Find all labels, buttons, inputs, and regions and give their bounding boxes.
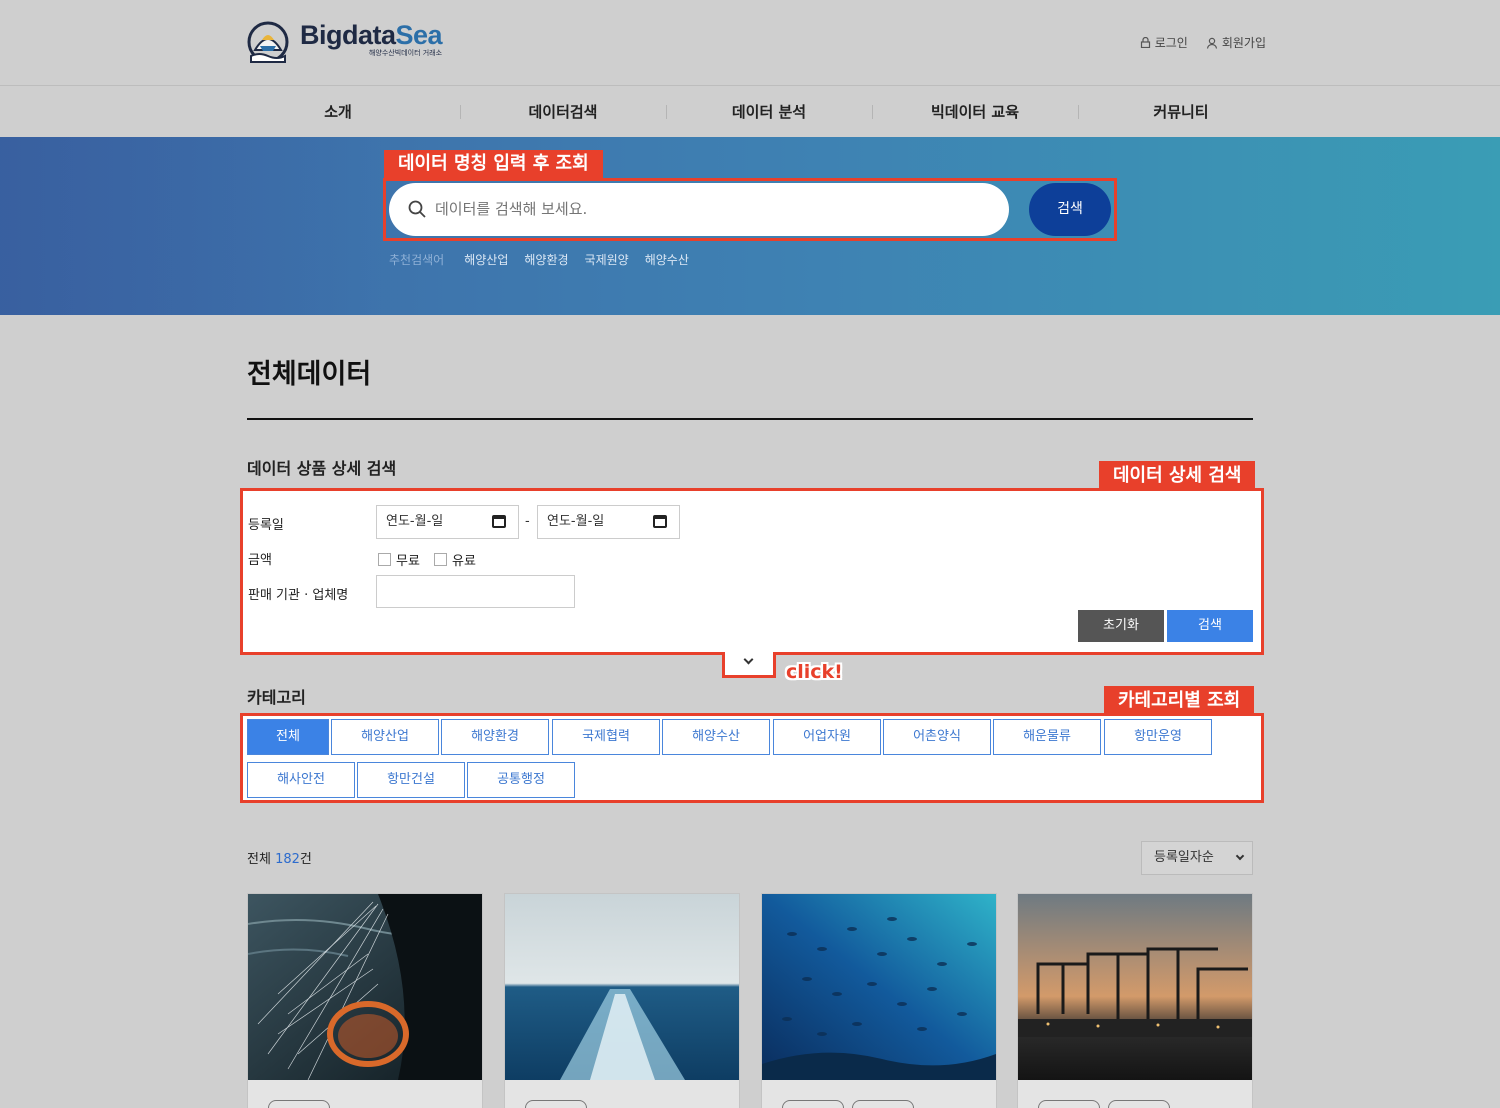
date-range-dash: - <box>525 514 530 529</box>
nav-item-bigdata-edu[interactable]: 빅데이터 교육 <box>872 87 1078 137</box>
start-date-text: 연도-월-일 <box>386 514 444 529</box>
card-tag <box>852 1100 914 1108</box>
expand-toggle-button[interactable] <box>722 652 776 678</box>
calendar-icon[interactable] <box>653 515 667 528</box>
recommended-keywords: 추천검색어 해양산업 해양환경 국제원양 해양수산 <box>389 251 689 268</box>
search-button[interactable]: 검색 <box>1029 183 1111 236</box>
annotation-tag-detail: 데이터 상세 검색 <box>1099 461 1256 490</box>
keyword-link[interactable]: 국제원양 <box>585 251 629 268</box>
nav-item-data-search[interactable]: 데이터검색 <box>460 87 666 137</box>
org-name-input[interactable] <box>376 575 575 608</box>
category-button[interactable]: 어업자원 <box>773 719 881 755</box>
nav-item-data-analysis[interactable]: 데이터 분석 <box>666 87 872 137</box>
logo-wordmark: BigdataSea <box>300 20 443 50</box>
login-link[interactable]: 로그인 <box>1140 34 1188 51</box>
org-label: 판매 기관 · 업체명 <box>248 588 349 603</box>
result-count: 전체 182건 <box>247 848 312 867</box>
header: BigdataSea 해양수산빅데이터 거래소 로그인 회원가입 <box>0 0 1500 86</box>
keyword-link[interactable]: 해양환경 <box>524 251 568 268</box>
nav-item-community[interactable]: 커뮤니티 <box>1078 87 1284 137</box>
sort-select[interactable]: 등록일자순 <box>1141 841 1253 875</box>
search-bar <box>389 183 1009 236</box>
user-icon <box>1206 37 1217 49</box>
hero-gradient <box>0 137 380 315</box>
card-image-port-cranes <box>1018 894 1252 1080</box>
paid-label: 유료 <box>452 554 476 569</box>
ship-logo-icon <box>247 21 289 63</box>
card-tag <box>525 1100 587 1108</box>
reg-date-label: 등록일 <box>248 518 284 533</box>
annotation-tag-category: 카테고리별 조회 <box>1104 686 1255 715</box>
price-label: 금액 <box>248 553 272 568</box>
search-icon <box>408 200 426 218</box>
category-button[interactable]: 해양산업 <box>331 719 439 755</box>
chevron-down-icon <box>743 654 754 665</box>
card-image-fishing-net <box>247 894 483 1081</box>
logo-text: BigdataSea 해양수산빅데이터 거래소 <box>300 20 443 58</box>
card-tag <box>782 1100 844 1108</box>
logo-word-sea: Sea <box>395 20 443 50</box>
annotation-tag-search: 데이터 명칭 입력 후 조회 <box>384 150 603 178</box>
category-button[interactable]: 항만운영 <box>1104 719 1212 755</box>
category-button[interactable]: 해양수산 <box>662 719 770 755</box>
click-annotation: click! <box>786 661 843 683</box>
category-button[interactable]: 국제협력 <box>552 719 660 755</box>
logo[interactable]: BigdataSea 해양수산빅데이터 거래소 <box>246 20 443 64</box>
data-card[interactable] <box>247 893 483 1108</box>
result-count-suffix: 건 <box>299 852 312 867</box>
nav-item-intro[interactable]: 소개 <box>235 87 441 137</box>
card-tag <box>1108 1100 1170 1108</box>
reset-button[interactable]: 초기화 <box>1078 610 1164 642</box>
login-label: 로그인 <box>1154 36 1188 50</box>
category-button[interactable]: 공통행정 <box>467 762 575 798</box>
recommend-label: 추천검색어 <box>389 253 445 267</box>
free-label: 무료 <box>396 554 420 569</box>
category-button[interactable]: 해운물류 <box>993 719 1101 755</box>
title-divider <box>247 418 1253 420</box>
chevron-down-icon <box>1235 851 1245 861</box>
search-input[interactable] <box>435 183 975 236</box>
data-card[interactable] <box>504 893 740 1108</box>
keyword-link[interactable]: 해양수산 <box>645 251 689 268</box>
signup-label: 회원가입 <box>1221 36 1266 50</box>
end-date-text: 연도-월-일 <box>547 514 605 529</box>
free-checkbox[interactable]: 무료 <box>378 550 420 569</box>
lock-icon <box>1140 37 1150 48</box>
result-count-number: 182 <box>275 852 300 867</box>
signup-link[interactable]: 회원가입 <box>1206 34 1266 51</box>
detail-search-button[interactable]: 검색 <box>1167 610 1253 642</box>
detail-search-title: 데이터 상품 상세 검색 <box>247 459 397 478</box>
paid-checkbox[interactable]: 유료 <box>434 550 476 569</box>
keyword-link[interactable]: 해양산업 <box>464 251 508 268</box>
category-title: 카테고리 <box>247 688 306 707</box>
category-button[interactable]: 해사안전 <box>247 762 355 798</box>
page-title: 전체데이터 <box>247 359 372 390</box>
category-button[interactable]: 해양환경 <box>441 719 549 755</box>
data-card[interactable] <box>761 893 997 1108</box>
data-card[interactable] <box>1017 893 1253 1108</box>
card-image-ship-wake <box>505 894 739 1080</box>
checkbox-box[interactable] <box>378 553 391 566</box>
start-date-field[interactable]: 연도-월-일 <box>376 505 519 539</box>
category-button[interactable]: 항만건설 <box>357 762 465 798</box>
logo-word-bigdata: Bigdata <box>300 20 396 50</box>
card-tag <box>268 1100 330 1108</box>
card-image-fish-school <box>762 894 996 1080</box>
category-button[interactable]: 어촌양식 <box>883 719 991 755</box>
result-count-label: 전체 <box>247 852 271 867</box>
main-nav: 소개 데이터검색 데이터 분석 빅데이터 교육 커뮤니티 <box>0 87 1500 137</box>
util-menu: 로그인 회원가입 <box>1140 34 1266 51</box>
calendar-icon[interactable] <box>492 515 506 528</box>
card-tag <box>1038 1100 1100 1108</box>
checkbox-box[interactable] <box>434 553 447 566</box>
end-date-field[interactable]: 연도-월-일 <box>537 505 680 539</box>
category-all[interactable]: 전체 <box>247 719 329 755</box>
sort-selected-value: 등록일자순 <box>1154 850 1214 865</box>
